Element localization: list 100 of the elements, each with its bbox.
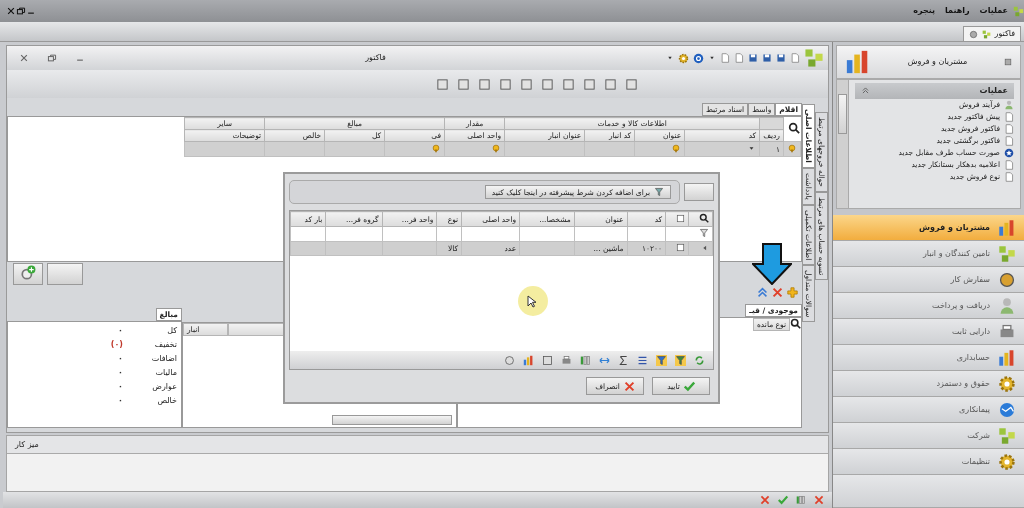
module-icon xyxy=(998,244,1016,263)
pin-icon xyxy=(1004,58,1012,66)
scrollbar-thumb[interactable] xyxy=(838,94,847,134)
module-button[interactable]: تنظیمات xyxy=(833,449,1024,475)
module-button[interactable]: شرکت xyxy=(833,423,1024,449)
amount-label: تخفیف xyxy=(153,340,178,351)
restore-icon[interactable] xyxy=(47,53,57,63)
search-icon[interactable] xyxy=(787,121,800,134)
amount-label: مالیات xyxy=(154,368,178,379)
module-button[interactable]: تامین کنندگان و انبار xyxy=(833,241,1024,267)
check-icon[interactable] xyxy=(778,495,788,506)
module-button[interactable]: مشتریان و فروش xyxy=(833,215,1024,241)
zoom-icon xyxy=(20,265,36,281)
amount-label: عوارض xyxy=(151,382,178,393)
help-icon[interactable] xyxy=(693,52,704,64)
gear-icon[interactable] xyxy=(678,52,689,64)
save-icon[interactable] xyxy=(776,53,786,63)
checkbox[interactable] xyxy=(675,213,685,223)
module-icon xyxy=(998,452,1016,471)
module-icon xyxy=(998,374,1016,393)
amount-label: اضافات xyxy=(150,354,178,365)
toolbar-icon[interactable] xyxy=(541,77,554,91)
app-orb-icon xyxy=(804,48,824,68)
toolbar-icon[interactable] xyxy=(457,77,470,91)
menu-item[interactable]: راهنما xyxy=(940,6,975,16)
restore-icon[interactable] xyxy=(16,6,26,16)
toolbar-icon[interactable] xyxy=(499,77,512,91)
module-icon xyxy=(998,426,1016,445)
checkbox[interactable] xyxy=(675,243,685,252)
cross-icon xyxy=(623,380,635,392)
amount-value: ۰ xyxy=(118,396,123,407)
window-title: فاکتور xyxy=(364,53,387,63)
grid-icon[interactable] xyxy=(796,495,806,506)
toolbar-icon[interactable] xyxy=(520,77,533,91)
blank-button[interactable] xyxy=(47,263,83,285)
app-logo-icon xyxy=(1013,5,1024,17)
cross-icon[interactable] xyxy=(760,495,770,506)
search-icon[interactable] xyxy=(699,213,709,223)
blank-button[interactable] xyxy=(684,183,714,201)
toolbar-icon[interactable] xyxy=(436,77,449,91)
export-icon[interactable] xyxy=(542,354,553,366)
panel-title: مشتریان و فروش xyxy=(906,57,969,67)
module-button[interactable]: حقوق و دستمزد xyxy=(833,371,1024,397)
mouse-pointer-icon xyxy=(527,295,536,308)
check-icon xyxy=(683,380,695,392)
filter-icon[interactable] xyxy=(656,354,667,366)
panel-title: میز کار xyxy=(15,439,39,449)
move-up-icon[interactable] xyxy=(757,286,768,298)
amount-value: ۰ xyxy=(118,326,123,337)
module-button[interactable]: دارایی ثابت xyxy=(833,319,1024,345)
chevron-icon xyxy=(861,86,870,96)
key-icon xyxy=(787,143,797,153)
toolbar-icon[interactable] xyxy=(583,77,596,91)
delete-icon[interactable] xyxy=(772,286,783,298)
amount-value: ۰ xyxy=(118,382,123,393)
menu-item[interactable]: عملیات xyxy=(974,6,1013,16)
key-icon xyxy=(431,143,442,153)
refresh-icon[interactable] xyxy=(694,354,705,366)
save-icon[interactable] xyxy=(762,53,772,63)
module-icon xyxy=(998,218,1016,237)
module-icon xyxy=(998,296,1016,315)
toolbar-icon[interactable] xyxy=(478,77,491,91)
list-icon[interactable] xyxy=(637,354,648,366)
amount-value: ۰ xyxy=(118,368,123,379)
columns-icon[interactable] xyxy=(580,354,591,366)
module-button[interactable]: دریافت و پرداخت xyxy=(833,293,1024,319)
amount-label: خالص xyxy=(156,396,178,407)
sum-icon[interactable] xyxy=(618,354,629,366)
scrollbar-thumb[interactable] xyxy=(332,414,452,425)
module-button[interactable]: حسابداری xyxy=(833,345,1024,371)
toolbar-icon[interactable] xyxy=(625,77,638,91)
module-icon xyxy=(998,270,1016,289)
chart-icon[interactable] xyxy=(523,354,534,366)
add-icon[interactable] xyxy=(787,286,798,298)
toolbar-icon[interactable] xyxy=(604,77,617,91)
module-button[interactable]: سفارش کار xyxy=(833,267,1024,293)
tab-logo-icon xyxy=(981,29,991,39)
search-icon[interactable] xyxy=(790,318,801,331)
row-indicator-icon xyxy=(701,243,709,252)
down-arrow-icon xyxy=(752,243,792,285)
zoom-button[interactable] xyxy=(13,263,43,285)
toolbar-icon[interactable] xyxy=(562,77,575,91)
amount-label: کل xyxy=(166,326,178,337)
print-icon[interactable] xyxy=(561,354,572,366)
save-icon[interactable] xyxy=(748,53,758,63)
circle-icon[interactable] xyxy=(504,354,515,366)
filter-icon xyxy=(654,187,664,197)
section-header[interactable]: عملیات xyxy=(855,83,1014,99)
page-icon[interactable] xyxy=(790,53,800,63)
module-button[interactable]: پیمانکاری xyxy=(833,397,1024,423)
amount-value: ۰ xyxy=(118,354,123,365)
module-icon xyxy=(998,400,1016,419)
filter-icon[interactable] xyxy=(675,354,686,366)
cursor-highlight xyxy=(518,286,548,316)
key-icon xyxy=(671,143,682,153)
amount-value: (۰) xyxy=(110,340,123,351)
document-tab[interactable]: فاکتور xyxy=(962,26,1021,41)
key-icon xyxy=(491,143,502,153)
module-icon xyxy=(998,348,1016,367)
menu-item[interactable]: پنجره xyxy=(908,6,941,16)
